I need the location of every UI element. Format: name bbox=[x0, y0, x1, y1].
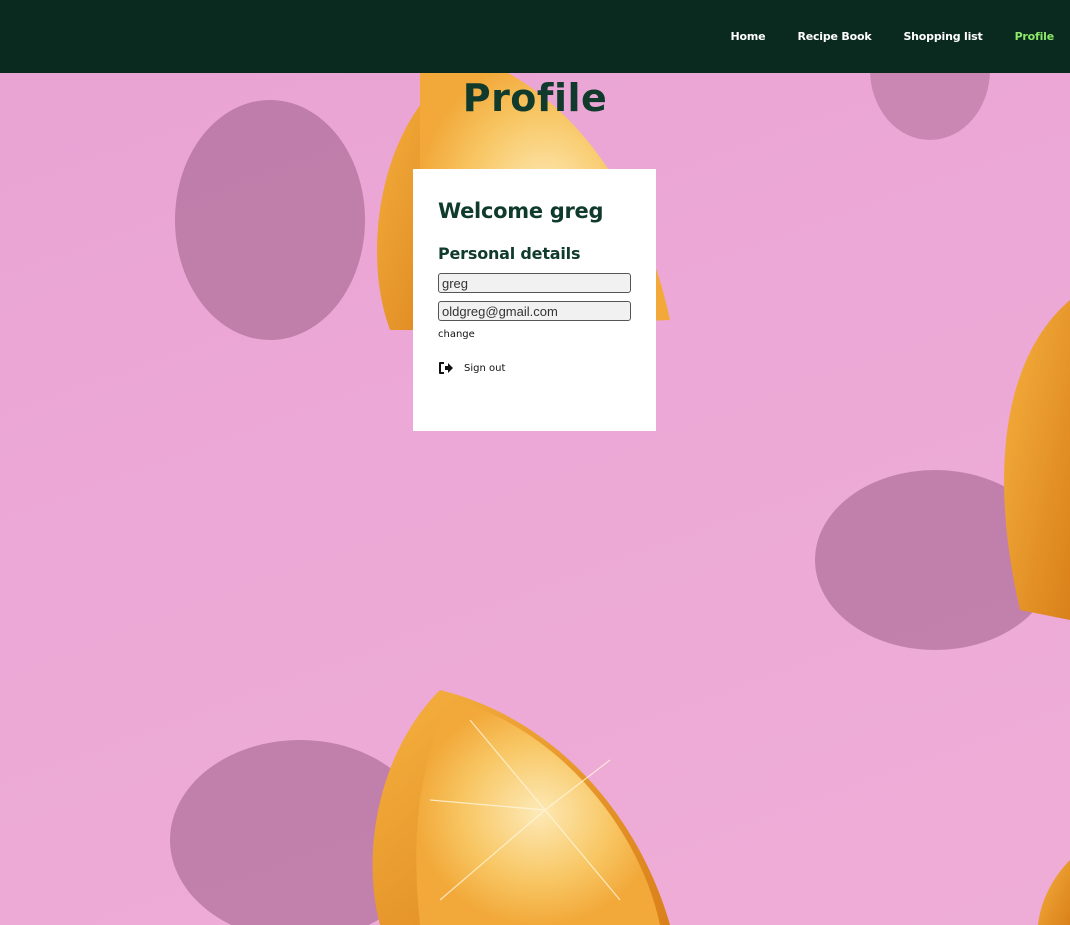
welcome-heading: Welcome greg bbox=[438, 199, 604, 223]
sign-out-label: Sign out bbox=[464, 362, 506, 374]
background-photo bbox=[0, 0, 1070, 925]
nav-link-profile[interactable]: Profile bbox=[1015, 30, 1055, 43]
nav-link-home[interactable]: Home bbox=[731, 30, 766, 43]
personal-details-heading: Personal details bbox=[438, 244, 581, 263]
name-field[interactable] bbox=[438, 273, 631, 293]
orange-halves-illustration bbox=[170, 0, 1070, 925]
change-link[interactable]: change bbox=[438, 329, 475, 340]
nav-link-recipe-book[interactable]: Recipe Book bbox=[797, 30, 871, 43]
nav-links: Home Recipe Book Shopping list Profile bbox=[731, 0, 1055, 73]
top-nav: Home Recipe Book Shopping list Profile bbox=[0, 0, 1070, 73]
sign-out-button[interactable]: Sign out bbox=[438, 361, 631, 375]
profile-card: Welcome greg Personal details change Sig… bbox=[413, 169, 656, 431]
page-title: Profile bbox=[462, 76, 608, 120]
email-field[interactable] bbox=[438, 301, 631, 321]
nav-link-shopping-list[interactable]: Shopping list bbox=[903, 30, 982, 43]
sign-out-icon bbox=[439, 362, 453, 374]
